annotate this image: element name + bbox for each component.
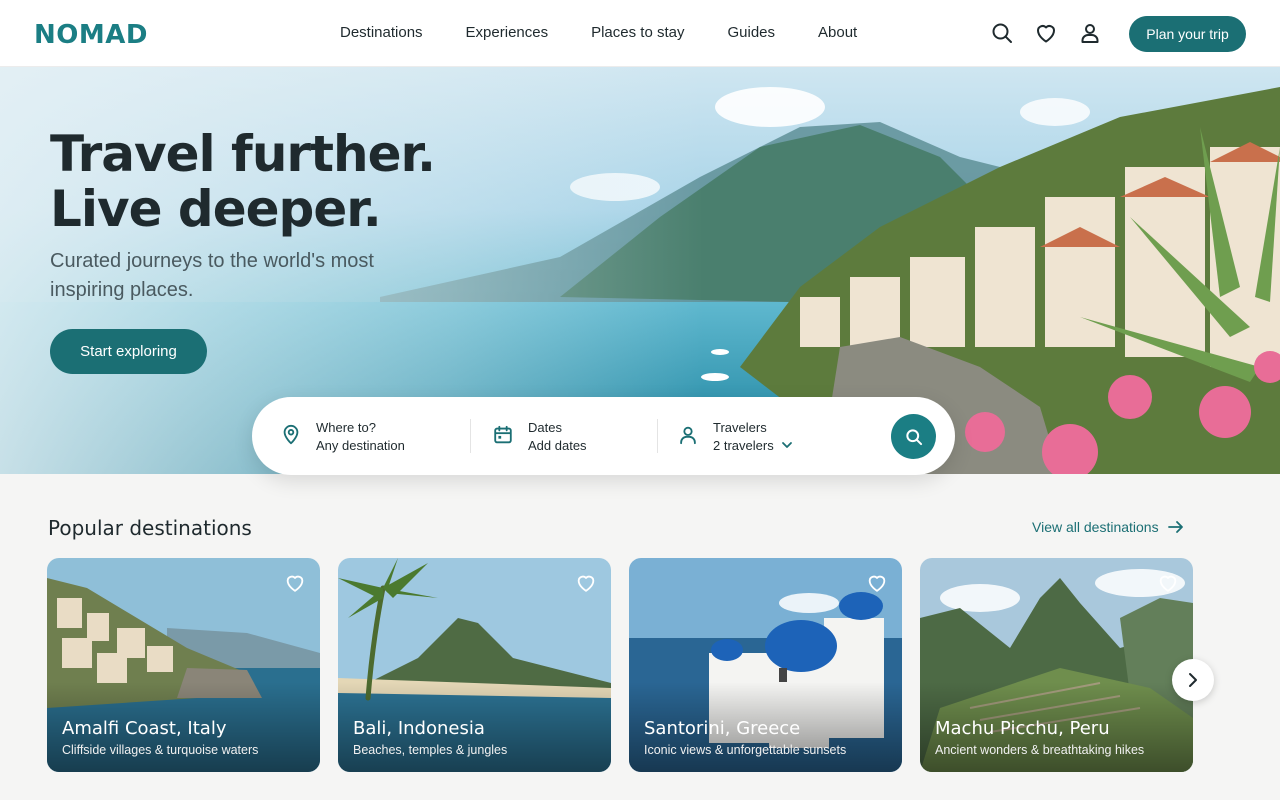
- main-nav: Destinations Experiences Places to stay …: [340, 24, 900, 41]
- travelers-value: 2 travelers: [713, 436, 793, 455]
- nav-places-to-stay[interactable]: Places to stay: [591, 24, 684, 41]
- section-title: Popular destinations: [48, 516, 252, 540]
- search-divider: [470, 419, 471, 453]
- destination-card-amalfi[interactable]: Amalfi Coast, Italy Cliffside villages &…: [47, 558, 320, 772]
- search-submit-button[interactable]: [891, 414, 936, 459]
- travelers-count: 2 travelers: [713, 438, 774, 453]
- dates-value: Add dates: [528, 438, 587, 453]
- search-icon: [905, 428, 922, 445]
- card-title: Santorini, Greece: [644, 718, 801, 739]
- plan-trip-button[interactable]: Plan your trip: [1129, 16, 1246, 52]
- nav-experiences[interactable]: Experiences: [466, 24, 549, 41]
- calendar-icon: [494, 425, 512, 444]
- card-description: Iconic views & unforgettable sunsets: [644, 743, 847, 757]
- carousel-next-button[interactable]: [1172, 659, 1214, 701]
- card-title: Bali, Indonesia: [353, 718, 485, 739]
- destination-card-bali[interactable]: Bali, Indonesia Beaches, temples & jungl…: [338, 558, 611, 772]
- header-icons: [990, 21, 1102, 45]
- nav-destinations[interactable]: Destinations: [340, 24, 423, 41]
- hero-title-line2: Live deeper.: [50, 180, 382, 238]
- heart-icon[interactable]: [575, 572, 597, 594]
- nav-about[interactable]: About: [818, 24, 857, 41]
- heart-icon[interactable]: [1034, 21, 1058, 45]
- search-bar: Where to? Any destination Dates Add date…: [252, 397, 955, 475]
- where-label: Where to?: [316, 420, 376, 435]
- card-description: Cliffside villages & turquoise waters: [62, 743, 259, 757]
- arrow-right-icon: [1167, 521, 1183, 533]
- view-all-label: View all destinations: [1032, 519, 1159, 535]
- search-icon[interactable]: [990, 21, 1014, 45]
- hero-title: Travel further. Live deeper.: [50, 125, 436, 238]
- person-icon: [680, 426, 696, 445]
- travelers-label: Travelers: [713, 420, 767, 435]
- logo[interactable]: NOMAD: [34, 20, 148, 50]
- location-pin-icon: [283, 424, 299, 445]
- view-all-link[interactable]: View all destinations: [1032, 519, 1184, 535]
- card-title: Machu Picchu, Peru: [935, 718, 1110, 739]
- card-description: Ancient wonders & breathtaking hikes: [935, 743, 1145, 757]
- heart-icon[interactable]: [284, 572, 306, 594]
- site-header: NOMAD Destinations Experiences Places to…: [0, 0, 1280, 67]
- nav-guides[interactable]: Guides: [727, 24, 775, 41]
- destination-card-santorini[interactable]: Santorini, Greece Iconic views & unforge…: [629, 558, 902, 772]
- card-description: Beaches, temples & jungles: [353, 743, 508, 757]
- chevron-down-icon[interactable]: [781, 440, 793, 450]
- chevron-right-icon: [1189, 673, 1197, 687]
- destination-card-machu-picchu[interactable]: Machu Picchu, Peru Ancient wonders & bre…: [920, 558, 1193, 772]
- start-exploring-button[interactable]: Start exploring: [50, 329, 207, 374]
- search-divider: [657, 419, 658, 453]
- where-value: Any destination: [316, 438, 405, 453]
- travelers-field[interactable]: Travelers 2 travelers: [677, 419, 793, 455]
- heart-icon[interactable]: [1157, 572, 1179, 594]
- where-field[interactable]: Where to? Any destination: [280, 419, 405, 455]
- user-icon[interactable]: [1078, 21, 1102, 45]
- dates-label: Dates: [528, 420, 562, 435]
- hero-subtitle: Curated journeys to the world's most ins…: [50, 250, 374, 301]
- hero-title-line1: Travel further.: [50, 125, 436, 183]
- heart-icon[interactable]: [866, 572, 888, 594]
- dates-field[interactable]: Dates Add dates: [492, 419, 587, 455]
- card-title: Amalfi Coast, Italy: [62, 718, 227, 739]
